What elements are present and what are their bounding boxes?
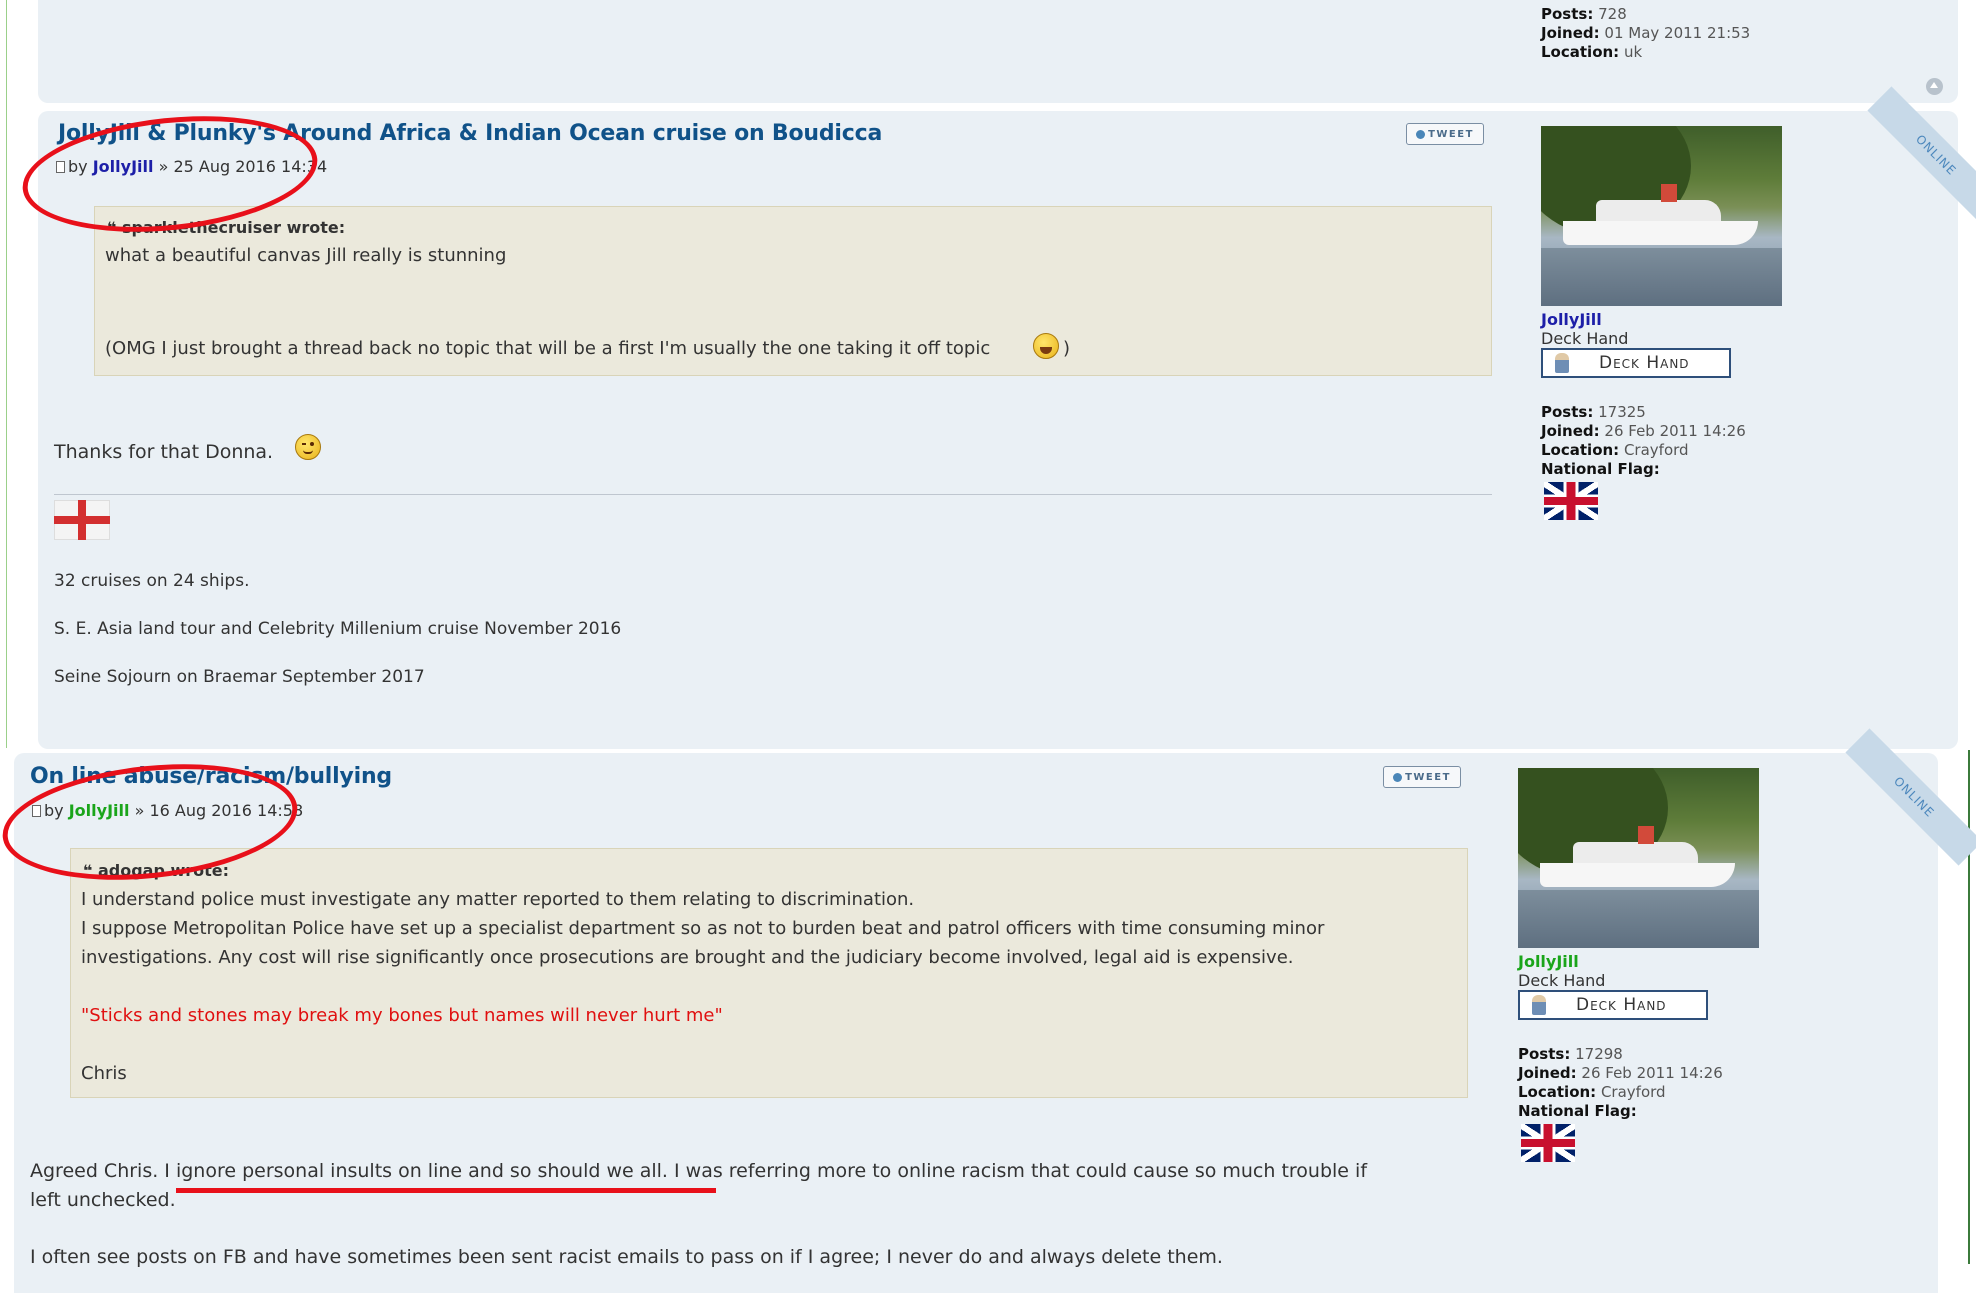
top-profile-location: Location: uk (1541, 43, 1643, 61)
post2-profile-name[interactable]: JollyJill (1518, 952, 1579, 971)
arrow-up-circle-icon[interactable] (1926, 78, 1943, 95)
post1-signature-line: S. E. Asia land tour and Celebrity Mille… (54, 619, 622, 639)
twitter-bird-icon (1393, 772, 1403, 782)
post2-profile-posts: Posts: 17298 (1518, 1045, 1623, 1063)
post-top-panel (38, 0, 1958, 103)
post2-quote-box: ❝ adogap wrote: I understand police must… (70, 848, 1468, 1098)
post1-avatar[interactable] (1541, 126, 1782, 306)
laughing-smiley-icon (1033, 333, 1059, 359)
uk-flag-icon (1521, 1124, 1575, 1162)
uk-flag-icon (1544, 482, 1598, 520)
england-flag-icon (54, 500, 110, 540)
post2-quote-line-highlight: "Sticks and stones may break my bones bu… (81, 1005, 723, 1026)
post2-quote-line: I understand police must investigate any… (81, 889, 915, 910)
top-profile-posts: Posts: 728 (1541, 5, 1627, 23)
post1-rank-badge: Deck Hand (1541, 348, 1731, 378)
post1-quote-line: ) (1063, 338, 1071, 359)
post1-quote-box: ❝ sparklethecruiser wrote: what a beauti… (94, 206, 1492, 376)
post2-avatar[interactable] (1518, 768, 1759, 948)
annotation-underline (176, 1188, 716, 1193)
top-profile-joined: Joined: 01 May 2011 21:53 (1541, 24, 1751, 42)
post1-signature-line: Seine Sojourn on Braemar September 2017 (54, 667, 425, 687)
post1-signature-line: 32 cruises on 24 ships. (54, 571, 250, 591)
left-border-line (6, 0, 7, 748)
post1-quote-line: what a beautiful canvas Jill really is s… (105, 245, 507, 266)
post1-quote-line: (OMG I just brought a thread back no top… (105, 338, 991, 359)
post2-quote-line: Chris (81, 1063, 127, 1084)
post1-profile-flag-label: National Flag: (1541, 460, 1660, 478)
post1-profile-rank: Deck Hand (1541, 329, 1629, 348)
post1-tweet-button[interactable]: TWEET (1406, 123, 1484, 145)
post1-profile-joined: Joined: 26 Feb 2011 14:26 (1541, 422, 1746, 440)
sailor-icon (1555, 353, 1569, 373)
post1-signature-divider (54, 494, 1492, 495)
post2-body-line: Agreed Chris. I ignore personal insults … (30, 1160, 1368, 1182)
post2-profile-rank: Deck Hand (1518, 971, 1606, 990)
post1-profile-name[interactable]: JollyJill (1541, 310, 1602, 329)
wink-smiley-icon (295, 434, 321, 460)
post2-profile-joined: Joined: 26 Feb 2011 14:26 (1518, 1064, 1723, 1082)
post2-rank-badge: Deck Hand (1518, 990, 1708, 1020)
sailor-icon (1532, 995, 1546, 1015)
post1-profile-location: Location: Crayford (1541, 441, 1689, 459)
post2-quote-line: investigations. Any cost will rise signi… (81, 947, 1294, 968)
post2-body-line: I often see posts on FB and have sometim… (30, 1246, 1223, 1268)
post2-quote-line: I suppose Metropolitan Police have set u… (81, 918, 1325, 939)
post1-body: Thanks for that Donna. (54, 441, 274, 463)
post2-profile-location: Location: Crayford (1518, 1083, 1666, 1101)
post2-profile-flag-label: National Flag: (1518, 1102, 1637, 1120)
post2-body-line: left unchecked. (30, 1189, 176, 1211)
twitter-bird-icon (1416, 129, 1426, 139)
post2-tweet-button[interactable]: TWEET (1383, 766, 1461, 788)
post1-profile-posts: Posts: 17325 (1541, 403, 1646, 421)
